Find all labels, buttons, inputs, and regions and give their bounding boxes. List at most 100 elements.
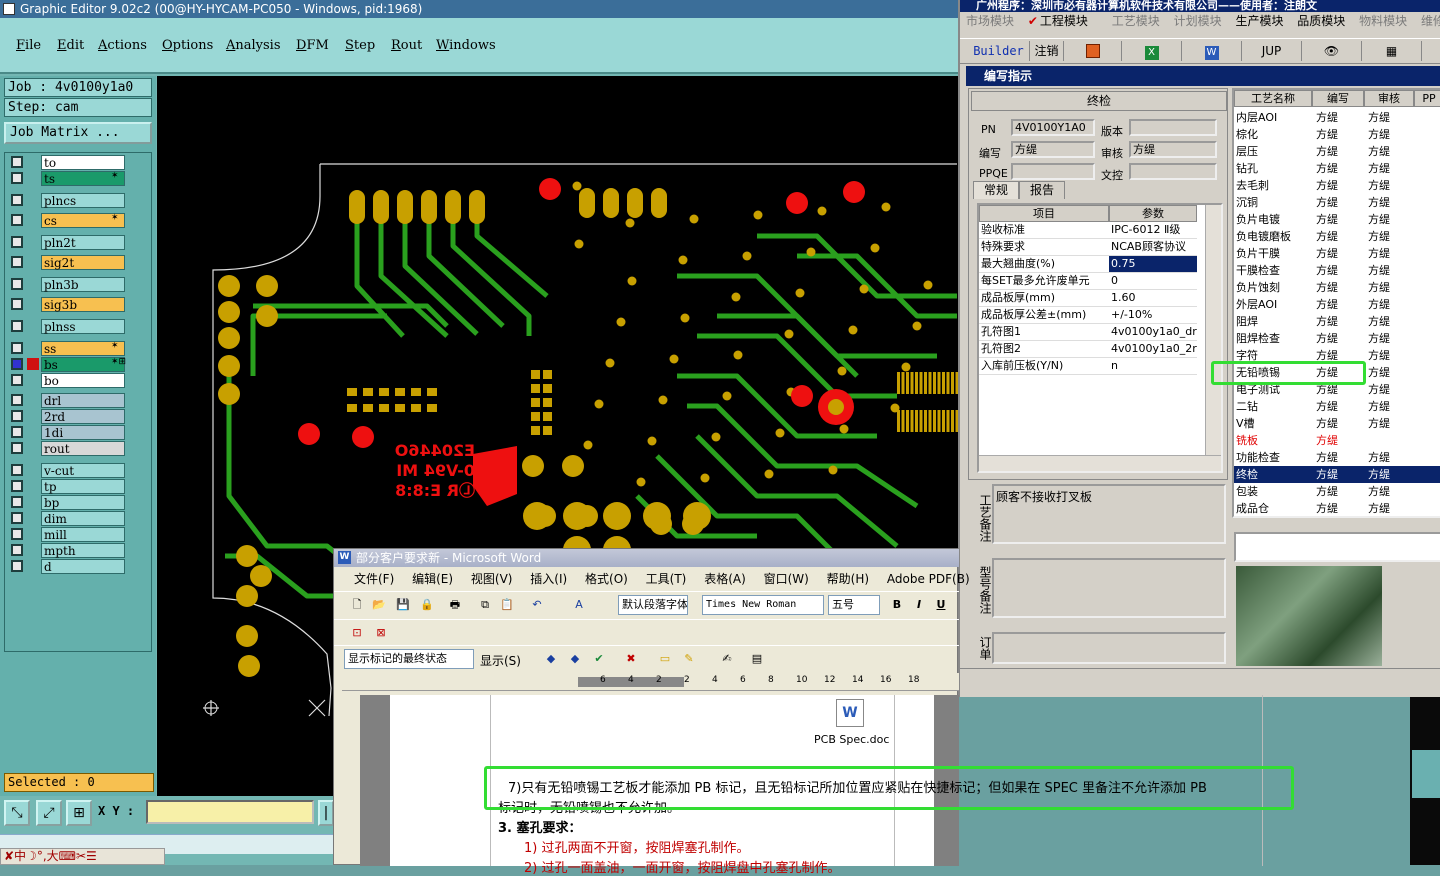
param-hscrollbar[interactable]: [979, 455, 1221, 471]
layer-checkbox[interactable]: [11, 496, 23, 508]
word-icon[interactable]: W: [1182, 41, 1242, 61]
process-row[interactable]: 负片干膜 方缇 方缇: [1234, 245, 1440, 262]
model-remark-field[interactable]: [992, 558, 1226, 618]
param-item[interactable]: 孔符图2: [979, 341, 1109, 358]
param-value[interactable]: IPC-6012 Ⅱ级: [1109, 222, 1197, 239]
param-item[interactable]: 最大翘曲度(%): [979, 256, 1109, 273]
layer-name[interactable]: bp: [41, 495, 125, 510]
layer-row-ts[interactable]: ts ✶: [7, 171, 127, 186]
layer-checkbox[interactable]: [11, 156, 23, 168]
bold-button[interactable]: B: [888, 596, 906, 614]
process-remark-field[interactable]: 顾客不接收打叉板: [992, 484, 1226, 544]
layer-row-cs[interactable]: cs ✶: [7, 213, 127, 228]
wmenu-help[interactable]: 帮助(H): [827, 572, 869, 586]
save-icon[interactable]: 💾: [394, 596, 412, 614]
process-row[interactable]: 负电镀磨板 方缇 方缇: [1234, 228, 1440, 245]
ppt-icon[interactable]: [1064, 41, 1122, 61]
permission-icon[interactable]: 🔒: [418, 596, 436, 614]
layer-checkbox[interactable]: [11, 342, 23, 354]
xy-coordinate-input[interactable]: [146, 800, 314, 824]
process-row[interactable]: 二钻 方缇 方缇: [1234, 398, 1440, 415]
tab-report[interactable]: 报告: [1019, 181, 1065, 199]
param-value[interactable]: 0: [1109, 273, 1197, 290]
module-quality[interactable]: 品质模块: [1297, 14, 1345, 28]
word-ruler[interactable]: 6 4 2 2 4 6 8 10 12 14 16 18: [342, 673, 959, 691]
wmenu-window[interactable]: 窗口(W): [764, 572, 809, 586]
layer-checkbox[interactable]: [11, 442, 23, 454]
grid-button[interactable]: ⊞: [66, 800, 92, 826]
style-icon[interactable]: A: [570, 596, 588, 614]
style-combo[interactable]: 默认段落字体: [618, 595, 688, 615]
process-row[interactable]: 外层AOI 方缇 方缇: [1234, 296, 1440, 313]
param-item[interactable]: 验收标准: [979, 222, 1109, 239]
prev-change-icon[interactable]: ◆: [542, 650, 560, 668]
layer-name[interactable]: sig2t: [41, 255, 125, 270]
process-row[interactable]: 电子测试 方缇 方缇: [1234, 381, 1440, 398]
param-item[interactable]: 入库前压板(Y/N): [979, 358, 1109, 375]
process-search-input[interactable]: [1234, 532, 1440, 562]
print-icon[interactable]: 🖶: [446, 596, 464, 614]
process-row[interactable]: 成品仓 方缇 方缇: [1234, 500, 1440, 516]
process-row[interactable]: V槽 方缇 方缇: [1234, 415, 1440, 432]
layer-name[interactable]: plncs: [41, 193, 125, 208]
pdf-mail-icon[interactable]: ⊠: [372, 624, 390, 642]
layer-checkbox[interactable]: [11, 410, 23, 422]
layer-name[interactable]: tp: [41, 479, 125, 494]
param-value[interactable]: NCAB顾客协议: [1109, 239, 1197, 256]
process-row[interactable]: 包装 方缇 方缇: [1234, 483, 1440, 500]
layer-checkbox[interactable]: [11, 172, 23, 184]
layer-row-1di[interactable]: 1di: [7, 425, 127, 440]
layer-row-bp[interactable]: bp: [7, 495, 127, 510]
module-material[interactable]: 物料模块: [1359, 14, 1407, 28]
layer-checkbox[interactable]: [11, 320, 23, 332]
process-row[interactable]: 字符 方缇 方缇: [1234, 347, 1440, 364]
param-value[interactable]: 4v0100y1a0_drl: [1109, 324, 1197, 341]
layer-name[interactable]: drl: [41, 393, 125, 408]
wmenu-adobe-pdf[interactable]: Adobe PDF(B): [887, 572, 970, 586]
process-row[interactable]: 干膜检查 方缇 方缇: [1234, 262, 1440, 279]
layer-name[interactable]: d: [41, 559, 125, 574]
wmenu-view[interactable]: 视图(V): [471, 572, 513, 586]
excel-icon[interactable]: X: [1122, 41, 1182, 61]
layer-checkbox[interactable]: [11, 528, 23, 540]
pdf-convert-icon[interactable]: ⊡: [348, 624, 366, 642]
track-changes-icon[interactable]: ✍: [718, 650, 736, 668]
layer-row-2rd[interactable]: 2rd: [7, 409, 127, 424]
process-row[interactable]: 阻焊检查 方缇 方缇: [1234, 330, 1440, 347]
ppqe-field[interactable]: [1011, 163, 1095, 180]
layer-row-rout[interactable]: rout: [7, 441, 127, 456]
param-value[interactable]: 0.75: [1109, 256, 1197, 273]
builder-button[interactable]: Builder: [968, 41, 1030, 61]
open-icon[interactable]: 📂: [370, 596, 388, 614]
layer-name[interactable]: mpth: [41, 543, 125, 558]
layer-row-drl[interactable]: drl: [7, 393, 127, 408]
layer-checkbox[interactable]: [11, 544, 23, 556]
layer-row-pln2t[interactable]: pln2t: [7, 235, 127, 250]
review-pane-icon[interactable]: ▤: [748, 650, 766, 668]
layer-name[interactable]: pln3b: [41, 277, 125, 292]
layer-row-plncs[interactable]: plncs: [7, 193, 127, 208]
doc-field[interactable]: [1129, 163, 1217, 180]
layer-name[interactable]: dim: [41, 511, 125, 526]
layer-row-ss[interactable]: ss ✶: [7, 341, 127, 356]
param-value[interactable]: 1.60: [1109, 290, 1197, 307]
layer-checkbox[interactable]: [11, 236, 23, 248]
font-size-combo[interactable]: 五号: [828, 595, 880, 615]
layer-row-to[interactable]: to: [7, 155, 127, 170]
layer-checkbox[interactable]: [11, 214, 23, 226]
param-value[interactable]: 4v0100y1a0_2rd: [1109, 341, 1197, 358]
zoom-area-button[interactable]: ⤢: [36, 800, 62, 826]
process-row[interactable]: 终检 方缇 方缇: [1234, 466, 1440, 483]
layer-name[interactable]: to: [41, 155, 125, 170]
order-remark-field[interactable]: [992, 632, 1226, 664]
process-row[interactable]: 功能检查 方缇 方缇: [1234, 449, 1440, 466]
layer-name[interactable]: pln2t: [41, 235, 125, 250]
wmenu-table[interactable]: 表格(A): [704, 572, 746, 586]
layer-name[interactable]: v-cut: [41, 463, 125, 478]
param-item[interactable]: 孔符图1: [979, 324, 1109, 341]
job-matrix-button[interactable]: Job Matrix ...: [4, 122, 152, 144]
copy-icon[interactable]: ⧉: [476, 596, 494, 614]
tab-general[interactable]: 常规: [973, 181, 1019, 199]
param-item[interactable]: 特殊要求: [979, 239, 1109, 256]
param-vscrollbar[interactable]: [1205, 205, 1221, 455]
